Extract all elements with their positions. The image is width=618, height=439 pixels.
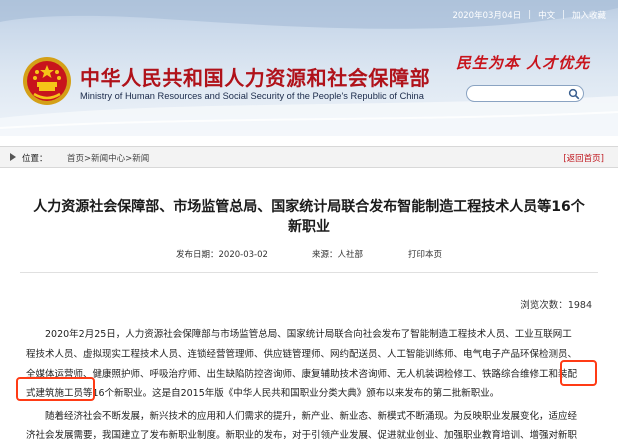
search-icon[interactable]: [568, 88, 580, 100]
article-meta: 发布日期：2020-03-02 来源：人社部 打印本页: [0, 248, 618, 260]
site-title-chinese: 中华人民共和国人力资源和社会保障部: [80, 66, 431, 90]
breadcrumb-label: 位置：: [22, 154, 48, 164]
article-paragraph-line: 随着经济社会不断发展，新兴技术的应用和人们需求的提升，新产业、新业态、新模式不断…: [26, 411, 578, 422]
search-box: [466, 85, 584, 102]
article-paragraph-line: 程技术人员、虚拟现实工程技术人员、连锁经营管理师、供应链管理师、网约配送员、人工…: [26, 349, 578, 360]
article-source: 来源：人社部: [312, 250, 364, 260]
breadcrumb: 首页>新闻中心>新闻: [67, 154, 150, 164]
article-paragraph-line: 济社会发展需要，我国建立了发布新职业制度。新职业的发布，对于引领产业发展、促进就…: [26, 430, 578, 439]
breadcrumb-arrow-icon: [10, 153, 16, 161]
article-paragraph-line: 式建筑施工员等16个新职业。这是自2015年版《中华人民共和国职业分类大典》颁布…: [26, 388, 500, 399]
article-paragraph-line: 2020年2月25日，人力资源社会保障部与市场监管总局、国家统计局联合向社会发布…: [26, 329, 572, 340]
breadcrumb-news-link[interactable]: 新闻: [132, 154, 149, 164]
article-paragraph-line: 全媒体运营师、健康照护师、呼吸治疗师、出生缺陷防控咨询师、康复辅助技术咨询师、无…: [26, 369, 578, 380]
breadcrumb-home-link[interactable]: 首页: [67, 154, 84, 164]
highlight-box-construction-worker: [16, 377, 95, 401]
top-utility-bar: 2020年03月04日 | 中文 | 加入收藏: [452, 9, 606, 21]
national-emblem-icon: [23, 57, 71, 105]
meta-divider: [20, 272, 598, 273]
search-input[interactable]: [473, 87, 567, 100]
site-header: 2020年03月04日 | 中文 | 加入收藏 中华人民共和国人力资源和社会保障…: [0, 0, 618, 136]
article-title: 人力资源社会保障部、市场监管总局、国家统计局联合发布智能制造工程技术人员等16个…: [33, 199, 585, 235]
add-favorite-link[interactable]: 加入收藏: [572, 9, 606, 21]
publish-date: 发布日期：2020-03-02: [176, 250, 268, 260]
print-page-link[interactable]: 打印本页: [408, 248, 442, 260]
current-date: 2020年03月04日: [452, 11, 522, 21]
highlight-box-zhuangpei: [560, 360, 597, 386]
breadcrumb-bar: 位置： 首页>新闻中心>新闻 [返回首页]: [0, 146, 618, 168]
view-count: 浏览次数：1984: [520, 300, 592, 311]
language-link[interactable]: 中文: [538, 9, 555, 21]
site-title-english: Ministry of Human Resources and Social S…: [80, 91, 424, 101]
site-slogan: 民生为本 人才优先: [456, 54, 591, 72]
back-to-home-link[interactable]: [返回首页]: [563, 152, 604, 164]
breadcrumb-news-center-link[interactable]: 新闻中心: [91, 154, 125, 164]
